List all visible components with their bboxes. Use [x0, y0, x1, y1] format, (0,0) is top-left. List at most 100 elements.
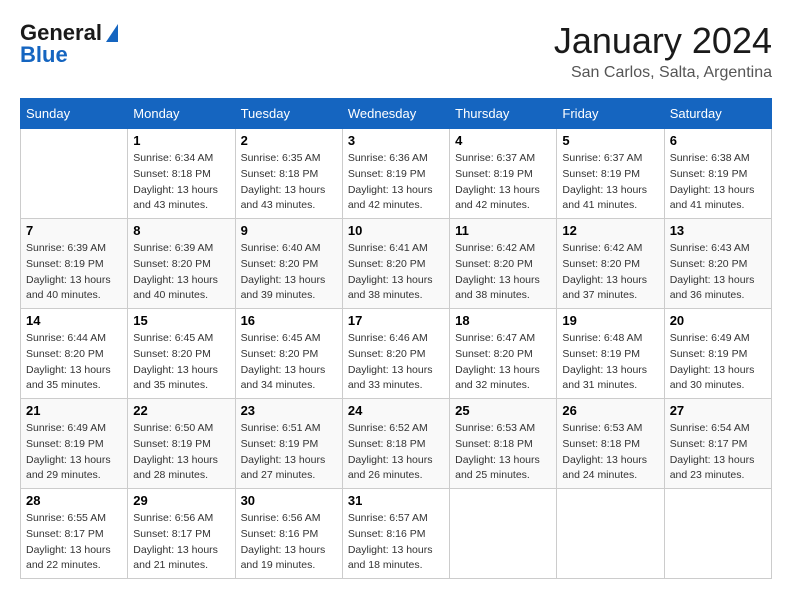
calendar-cell: 20 Sunrise: 6:49 AM Sunset: 8:19 PM Dayli…	[664, 309, 771, 399]
calendar-cell: 6 Sunrise: 6:38 AM Sunset: 8:19 PM Daylig…	[664, 129, 771, 219]
day-number: 1	[133, 133, 229, 148]
cell-info: Sunrise: 6:41 AM Sunset: 8:20 PM Dayligh…	[348, 241, 444, 304]
cell-info: Sunrise: 6:43 AM Sunset: 8:20 PM Dayligh…	[670, 241, 766, 304]
cell-info: Sunrise: 6:52 AM Sunset: 8:18 PM Dayligh…	[348, 421, 444, 484]
calendar-cell: 17 Sunrise: 6:46 AM Sunset: 8:20 PM Dayli…	[342, 309, 449, 399]
col-header-sunday: Sunday	[21, 99, 128, 129]
day-number: 23	[241, 403, 337, 418]
day-number: 25	[455, 403, 551, 418]
cell-info: Sunrise: 6:46 AM Sunset: 8:20 PM Dayligh…	[348, 331, 444, 394]
day-number: 26	[562, 403, 658, 418]
cell-info: Sunrise: 6:34 AM Sunset: 8:18 PM Dayligh…	[133, 151, 229, 214]
cell-info: Sunrise: 6:40 AM Sunset: 8:20 PM Dayligh…	[241, 241, 337, 304]
day-number: 16	[241, 313, 337, 328]
day-number: 12	[562, 223, 658, 238]
calendar-cell: 28Sunrise: 6:55 AM Sunset: 8:17 PM Dayli…	[21, 489, 128, 579]
calendar-cell: 8Sunrise: 6:39 AM Sunset: 8:20 PM Daylig…	[128, 219, 235, 309]
calendar-cell	[21, 129, 128, 219]
cell-info: Sunrise: 6:45 AM Sunset: 8:20 PM Dayligh…	[241, 331, 337, 394]
day-number: 19	[562, 313, 658, 328]
cell-info: Sunrise: 6:39 AM Sunset: 8:19 PM Dayligh…	[26, 241, 122, 304]
location-subtitle: San Carlos, Salta, Argentina	[554, 64, 772, 82]
calendar-cell: 10 Sunrise: 6:41 AM Sunset: 8:20 PM Dayli…	[342, 219, 449, 309]
day-number: 22	[133, 403, 229, 418]
day-number: 21	[26, 403, 122, 418]
day-number: 30	[241, 493, 337, 508]
calendar-cell	[664, 489, 771, 579]
cell-info: Sunrise: 6:56 AM Sunset: 8:16 PM Dayligh…	[241, 511, 337, 574]
cell-info: Sunrise: 6:57 AM Sunset: 8:16 PM Dayligh…	[348, 511, 444, 574]
calendar-week-row: 28Sunrise: 6:55 AM Sunset: 8:17 PM Dayli…	[21, 489, 772, 579]
calendar-week-row: 21 Sunrise: 6:49 AM Sunset: 8:19 PM Dayli…	[21, 399, 772, 489]
cell-info: Sunrise: 6:39 AM Sunset: 8:20 PM Dayligh…	[133, 241, 229, 304]
day-number: 29	[133, 493, 229, 508]
day-number: 27	[670, 403, 766, 418]
calendar-cell: 1 Sunrise: 6:34 AM Sunset: 8:18 PM Daylig…	[128, 129, 235, 219]
calendar-cell: 27 Sunrise: 6:54 AM Sunset: 8:17 PM Dayli…	[664, 399, 771, 489]
calendar-cell: 23Sunrise: 6:51 AM Sunset: 8:19 PM Dayli…	[235, 399, 342, 489]
calendar-cell: 30 Sunrise: 6:56 AM Sunset: 8:16 PM Dayli…	[235, 489, 342, 579]
cell-info: Sunrise: 6:49 AM Sunset: 8:19 PM Dayligh…	[26, 421, 122, 484]
cell-info: Sunrise: 6:45 AM Sunset: 8:20 PM Dayligh…	[133, 331, 229, 394]
calendar-cell: 2Sunrise: 6:35 AM Sunset: 8:18 PM Daylig…	[235, 129, 342, 219]
col-header-wednesday: Wednesday	[342, 99, 449, 129]
calendar-header-row: SundayMondayTuesdayWednesdayThursdayFrid…	[21, 99, 772, 129]
calendar-cell: 21 Sunrise: 6:49 AM Sunset: 8:19 PM Dayli…	[21, 399, 128, 489]
cell-info: Sunrise: 6:37 AM Sunset: 8:19 PM Dayligh…	[455, 151, 551, 214]
logo-icon	[106, 24, 118, 42]
day-number: 13	[670, 223, 766, 238]
calendar-cell: 19Sunrise: 6:48 AM Sunset: 8:19 PM Dayli…	[557, 309, 664, 399]
day-number: 17	[348, 313, 444, 328]
calendar-cell: 4 Sunrise: 6:37 AM Sunset: 8:19 PM Daylig…	[450, 129, 557, 219]
calendar-cell: 31 Sunrise: 6:57 AM Sunset: 8:16 PM Dayli…	[342, 489, 449, 579]
day-number: 10	[348, 223, 444, 238]
calendar-cell: 22 Sunrise: 6:50 AM Sunset: 8:19 PM Dayli…	[128, 399, 235, 489]
cell-info: Sunrise: 6:50 AM Sunset: 8:19 PM Dayligh…	[133, 421, 229, 484]
calendar-cell: 16 Sunrise: 6:45 AM Sunset: 8:20 PM Dayli…	[235, 309, 342, 399]
calendar-cell: 11Sunrise: 6:42 AM Sunset: 8:20 PM Dayli…	[450, 219, 557, 309]
day-number: 2	[241, 133, 337, 148]
cell-info: Sunrise: 6:49 AM Sunset: 8:19 PM Dayligh…	[670, 331, 766, 394]
header: General Blue January 2024 San Carlos, Sa…	[20, 20, 772, 82]
day-number: 9	[241, 223, 337, 238]
cell-info: Sunrise: 6:42 AM Sunset: 8:20 PM Dayligh…	[562, 241, 658, 304]
calendar-cell: 3 Sunrise: 6:36 AM Sunset: 8:19 PM Daylig…	[342, 129, 449, 219]
cell-info: Sunrise: 6:54 AM Sunset: 8:17 PM Dayligh…	[670, 421, 766, 484]
day-number: 4	[455, 133, 551, 148]
day-number: 31	[348, 493, 444, 508]
logo-blue: Blue	[20, 42, 68, 68]
day-number: 3	[348, 133, 444, 148]
calendar-table: SundayMondayTuesdayWednesdayThursdayFrid…	[20, 98, 772, 579]
calendar-cell	[450, 489, 557, 579]
calendar-cell: 18Sunrise: 6:47 AM Sunset: 8:20 PM Dayli…	[450, 309, 557, 399]
day-number: 14	[26, 313, 122, 328]
calendar-cell: 15Sunrise: 6:45 AM Sunset: 8:20 PM Dayli…	[128, 309, 235, 399]
logo: General Blue	[20, 20, 118, 68]
col-header-saturday: Saturday	[664, 99, 771, 129]
cell-info: Sunrise: 6:56 AM Sunset: 8:17 PM Dayligh…	[133, 511, 229, 574]
calendar-cell: 9 Sunrise: 6:40 AM Sunset: 8:20 PM Daylig…	[235, 219, 342, 309]
cell-info: Sunrise: 6:36 AM Sunset: 8:19 PM Dayligh…	[348, 151, 444, 214]
month-title: January 2024	[554, 20, 772, 62]
cell-info: Sunrise: 6:44 AM Sunset: 8:20 PM Dayligh…	[26, 331, 122, 394]
day-number: 6	[670, 133, 766, 148]
day-number: 24	[348, 403, 444, 418]
cell-info: Sunrise: 6:37 AM Sunset: 8:19 PM Dayligh…	[562, 151, 658, 214]
calendar-cell: 14 Sunrise: 6:44 AM Sunset: 8:20 PM Dayli…	[21, 309, 128, 399]
day-number: 20	[670, 313, 766, 328]
calendar-cell: 25 Sunrise: 6:53 AM Sunset: 8:18 PM Dayli…	[450, 399, 557, 489]
calendar-cell: 13 Sunrise: 6:43 AM Sunset: 8:20 PM Dayli…	[664, 219, 771, 309]
col-header-thursday: Thursday	[450, 99, 557, 129]
cell-info: Sunrise: 6:38 AM Sunset: 8:19 PM Dayligh…	[670, 151, 766, 214]
col-header-friday: Friday	[557, 99, 664, 129]
calendar-cell: 24 Sunrise: 6:52 AM Sunset: 8:18 PM Dayli…	[342, 399, 449, 489]
calendar-cell	[557, 489, 664, 579]
calendar-week-row: 7 Sunrise: 6:39 AM Sunset: 8:19 PM Daylig…	[21, 219, 772, 309]
title-area: January 2024 San Carlos, Salta, Argentin…	[554, 20, 772, 82]
cell-info: Sunrise: 6:53 AM Sunset: 8:18 PM Dayligh…	[455, 421, 551, 484]
calendar-week-row: 14 Sunrise: 6:44 AM Sunset: 8:20 PM Dayli…	[21, 309, 772, 399]
calendar-week-row: 1 Sunrise: 6:34 AM Sunset: 8:18 PM Daylig…	[21, 129, 772, 219]
day-number: 7	[26, 223, 122, 238]
col-header-monday: Monday	[128, 99, 235, 129]
cell-info: Sunrise: 6:53 AM Sunset: 8:18 PM Dayligh…	[562, 421, 658, 484]
